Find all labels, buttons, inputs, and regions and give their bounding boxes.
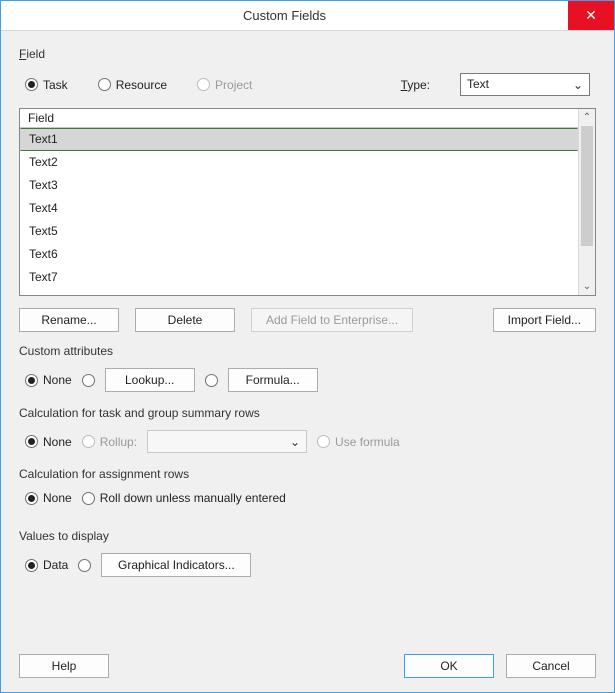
radio-icon	[82, 492, 95, 505]
list-item[interactable]: Text4	[20, 197, 578, 220]
scope-task-label: Task	[43, 78, 68, 92]
calc-summary-useformula-radio: Use formula	[317, 435, 400, 449]
list-item[interactable]: Text8	[20, 289, 578, 295]
scope-task-radio[interactable]: Task	[25, 78, 68, 92]
list-item[interactable]: Text5	[20, 220, 578, 243]
radio-icon	[82, 435, 95, 448]
calc-assign-none-radio[interactable]: None	[25, 491, 72, 505]
close-button[interactable]: ✕	[568, 1, 614, 30]
scope-resource-radio[interactable]: Resource	[98, 78, 167, 92]
graphical-indicators-button[interactable]: Graphical Indicators...	[101, 553, 251, 577]
radio-icon	[25, 492, 38, 505]
field-scope-row: Task Resource Project Type: Text	[25, 73, 590, 96]
help-button[interactable]: Help	[19, 654, 109, 678]
titlebar: Custom Fields ✕	[1, 1, 614, 31]
field-list-items: Text1Text2Text3Text4Text5Text6Text7Text8	[20, 128, 578, 295]
cancel-button[interactable]: Cancel	[506, 654, 596, 678]
list-item[interactable]: Text7	[20, 266, 578, 289]
type-select-value: Text	[467, 77, 489, 91]
radio-icon	[98, 78, 111, 91]
radio-icon	[25, 435, 38, 448]
lookup-button[interactable]: Lookup...	[105, 368, 195, 392]
add-field-enterprise-button: Add Field to Enterprise...	[251, 308, 413, 332]
calc-summary-rollup-label: Rollup:	[100, 435, 137, 449]
attr-lookup-radio[interactable]	[82, 374, 95, 387]
attr-none-label: None	[43, 373, 72, 387]
list-item[interactable]: Text1	[20, 128, 578, 151]
field-list: Field Text1Text2Text3Text4Text5Text6Text…	[20, 109, 578, 295]
values-data-label: Data	[43, 558, 68, 572]
calc-summary-none-label: None	[43, 435, 72, 449]
list-item[interactable]: Text6	[20, 243, 578, 266]
custom-attributes-label: Custom attributes	[19, 344, 596, 358]
scroll-thumb[interactable]	[581, 126, 593, 246]
rename-button[interactable]: Rename...	[19, 308, 119, 332]
field-listbox[interactable]: Field Text1Text2Text3Text4Text5Text6Text…	[19, 108, 596, 296]
calc-summary-none-radio[interactable]: None	[25, 435, 72, 449]
radio-icon	[82, 374, 95, 387]
delete-button[interactable]: Delete	[135, 308, 235, 332]
values-data-radio[interactable]: Data	[25, 558, 68, 572]
field-group-label: Field	[19, 47, 596, 61]
scroll-down-icon[interactable]: ⌄	[579, 278, 595, 295]
close-icon: ✕	[585, 7, 597, 24]
radio-icon	[205, 374, 218, 387]
calc-assignment-label: Calculation for assignment rows	[19, 467, 596, 481]
radio-icon	[317, 435, 330, 448]
radio-icon	[25, 559, 38, 572]
scroll-up-icon[interactable]: ⌃	[579, 109, 595, 126]
scope-project-radio: Project	[197, 78, 252, 92]
attr-none-radio[interactable]: None	[25, 373, 72, 387]
import-field-button[interactable]: Import Field...	[493, 308, 596, 332]
window-title: Custom Fields	[1, 1, 568, 30]
field-list-header[interactable]: Field	[20, 109, 578, 128]
calc-assign-rolldown-radio[interactable]: Roll down unless manually entered	[82, 491, 286, 505]
radio-icon	[25, 78, 38, 91]
attr-formula-radio[interactable]	[205, 374, 218, 387]
list-item[interactable]: Text3	[20, 174, 578, 197]
calc-summary-row: None Rollup: Use formula	[25, 430, 590, 453]
calc-summary-rollup-radio: Rollup:	[82, 435, 137, 449]
footer-row: Help OK Cancel	[19, 640, 596, 678]
type-select[interactable]: Text	[460, 73, 590, 96]
calc-summary-label: Calculation for task and group summary r…	[19, 406, 596, 420]
scrollbar[interactable]: ⌃ ⌄	[578, 109, 595, 295]
list-item[interactable]: Text2	[20, 151, 578, 174]
scope-project-label: Project	[215, 78, 252, 92]
radio-icon	[78, 559, 91, 572]
rollup-select	[147, 430, 307, 453]
dialog-body: Field Task Resource Project Type: Text	[1, 31, 614, 692]
values-graphical-radio[interactable]	[78, 559, 91, 572]
calc-summary-useformula-label: Use formula	[335, 435, 400, 449]
formula-button[interactable]: Formula...	[228, 368, 318, 392]
field-buttons-row: Rename... Delete Add Field to Enterprise…	[19, 308, 596, 332]
values-display-label: Values to display	[19, 529, 596, 543]
calc-assign-rolldown-label: Roll down unless manually entered	[100, 491, 286, 505]
radio-icon	[197, 78, 210, 91]
calc-assignment-row: None Roll down unless manually entered	[25, 491, 590, 505]
radio-icon	[25, 374, 38, 387]
values-display-row: Data Graphical Indicators...	[25, 553, 590, 577]
custom-fields-dialog: Custom Fields ✕ Field Task Resource Proj…	[0, 0, 615, 693]
calc-assign-none-label: None	[43, 491, 72, 505]
ok-button[interactable]: OK	[404, 654, 494, 678]
scope-resource-label: Resource	[116, 78, 167, 92]
custom-attributes-row: None Lookup... Formula...	[25, 368, 590, 392]
type-label: Type:	[401, 78, 430, 92]
